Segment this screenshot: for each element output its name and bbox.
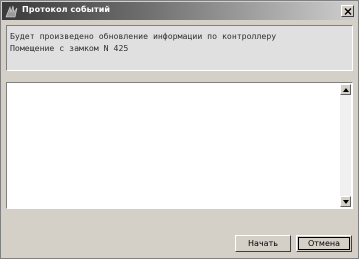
- wing-logo-icon: [5, 4, 19, 18]
- cancel-button[interactable]: Отмена: [296, 235, 352, 252]
- message-line-2: Помещение с замком N 425: [10, 43, 129, 53]
- arrow-down-icon: [343, 200, 349, 204]
- info-message-box: Будет произведено обновление информации …: [6, 25, 353, 71]
- event-log-dialog: Протокол событий Будет произведено обнов…: [0, 0, 359, 259]
- vertical-scrollbar[interactable]: [340, 84, 351, 207]
- close-button[interactable]: [341, 5, 354, 17]
- close-icon: [344, 8, 352, 15]
- start-button[interactable]: Начать: [235, 235, 291, 252]
- window-title: Протокол событий: [22, 5, 111, 14]
- scroll-down-button[interactable]: [340, 196, 351, 207]
- arrow-up-icon: [343, 88, 349, 92]
- scroll-up-button[interactable]: [340, 84, 351, 95]
- title-bar[interactable]: Протокол событий: [2, 2, 357, 20]
- event-log-textarea[interactable]: [6, 82, 353, 209]
- message-line-1: Будет произведено обновление информации …: [10, 31, 277, 41]
